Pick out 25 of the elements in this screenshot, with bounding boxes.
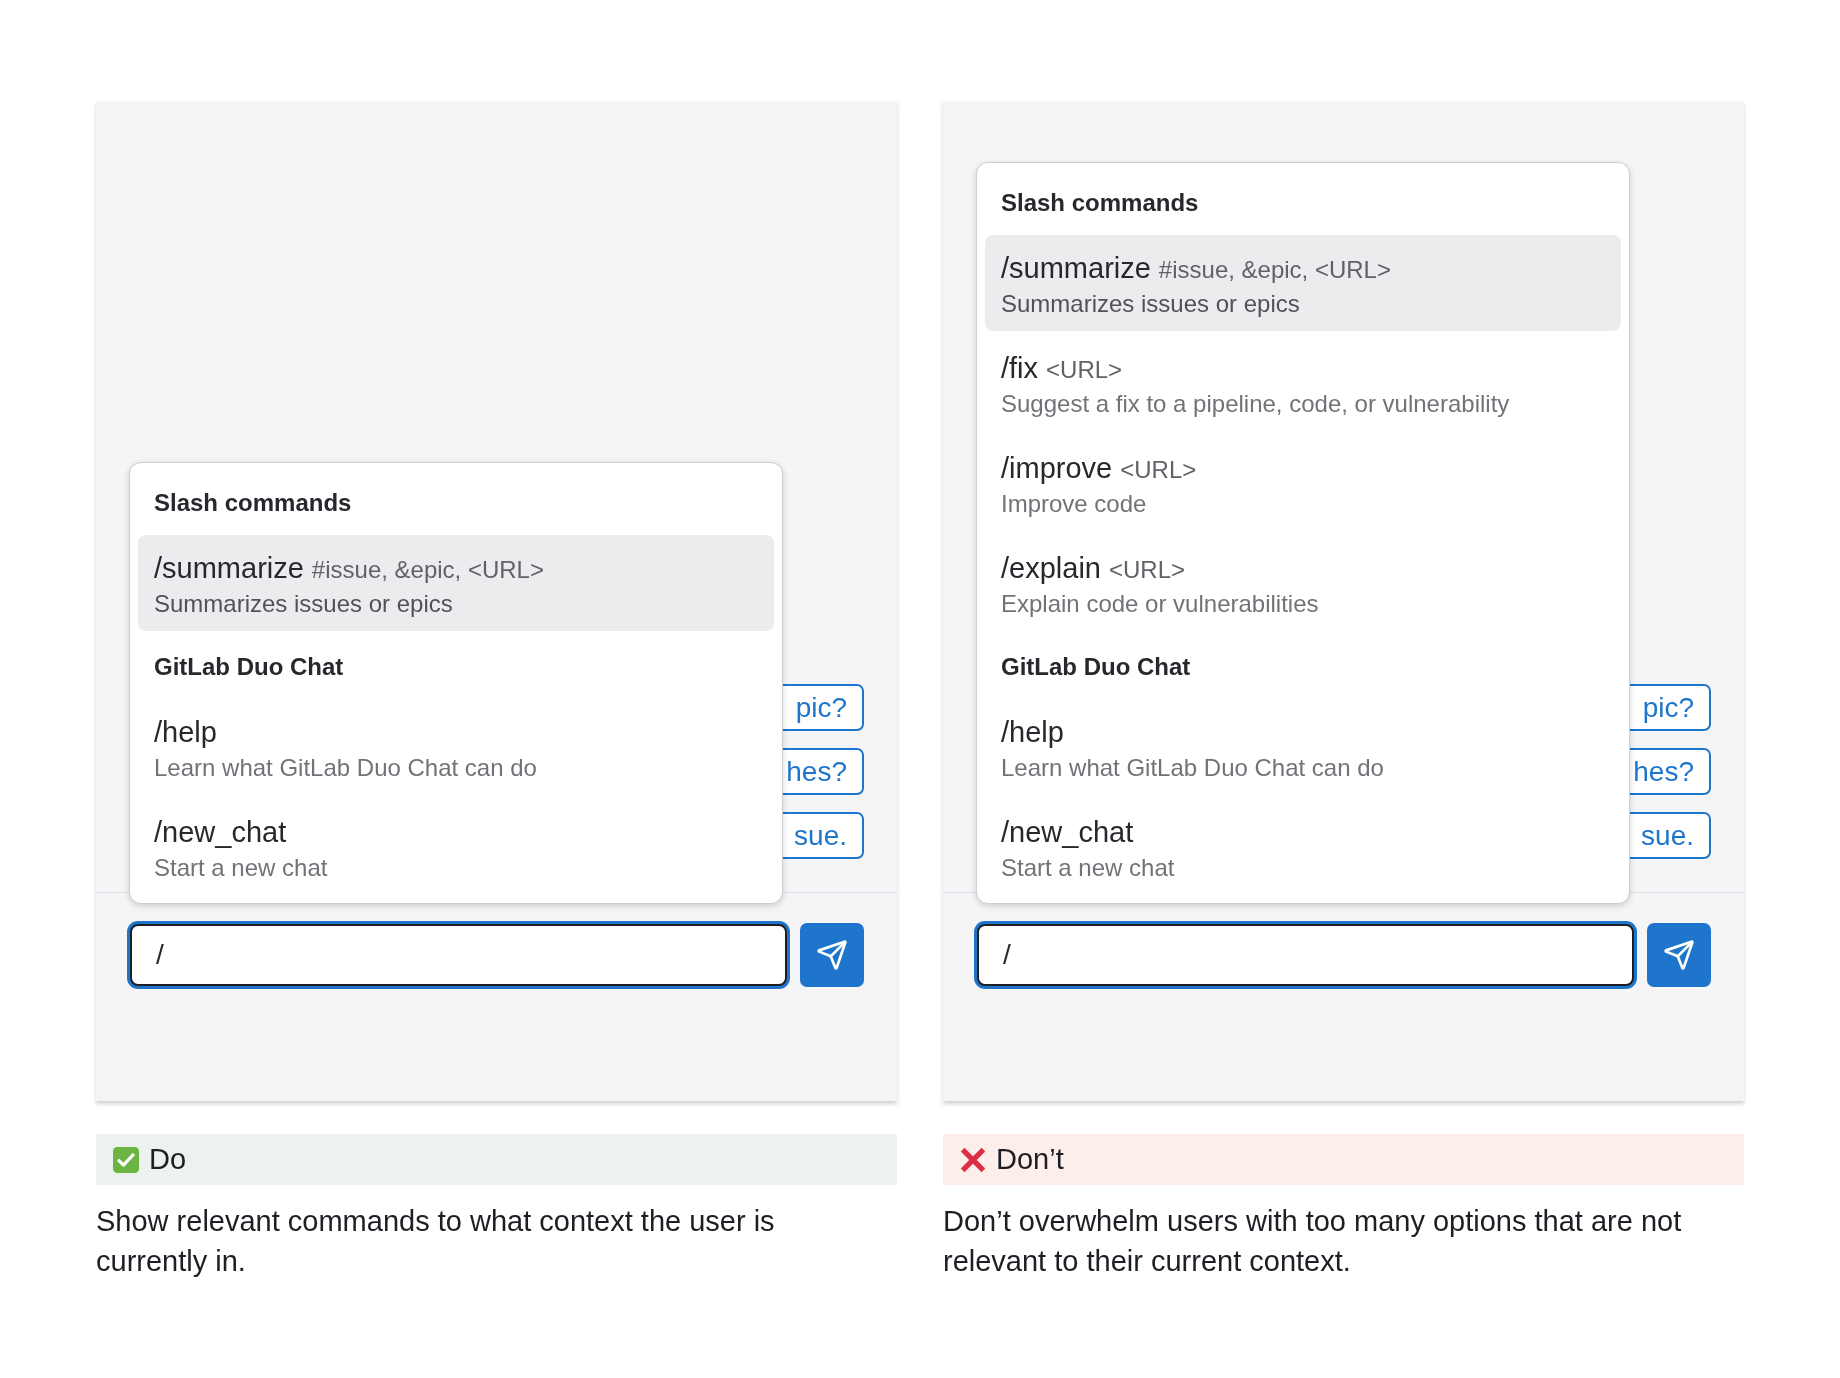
- command-item[interactable]: /summarize #issue, &epic, <URL> Summarizes issues or epics: [138, 535, 774, 631]
- command-item[interactable]: /improve <URL> Improve code: [985, 435, 1621, 531]
- check-icon: [113, 1146, 139, 1173]
- send-button[interactable]: [1647, 923, 1711, 987]
- send-button[interactable]: [800, 923, 864, 987]
- command-item[interactable]: /new_chat Start a new chat: [985, 799, 1621, 895]
- command-item[interactable]: /help Learn what GitLab Duo Chat can do: [138, 699, 774, 795]
- menu-group-heading: Slash commands: [1000, 188, 1200, 218]
- command-item[interactable]: /help Learn what GitLab Duo Chat can do: [985, 699, 1621, 795]
- menu-group-heading: GitLab Duo Chat: [153, 652, 345, 682]
- command-item[interactable]: /new_chat Start a new chat: [138, 799, 774, 895]
- guideline-text: Show relevant commands to what context the user is currently in.: [96, 1204, 776, 1279]
- menu-group-heading: Slash commands: [153, 488, 353, 518]
- message-input[interactable]: /: [127, 921, 790, 989]
- verdict-label: Don’t: [996, 1143, 1064, 1176]
- command-item[interactable]: /fix <URL> Suggest a fix to a pipeline, code, or vulnerability: [985, 335, 1621, 431]
- message-input[interactable]: /: [974, 921, 1637, 989]
- command-item[interactable]: /explain <URL> Explain code or vulnerabilities: [985, 535, 1621, 631]
- menu-group-heading: GitLab Duo Chat: [1000, 652, 1192, 682]
- send-icon: [1663, 939, 1695, 971]
- command-item[interactable]: /summarize #issue, &epic, <URL> Summarizes issues or epics: [985, 235, 1621, 331]
- guideline-text: Don’t overwhelm users with too many options that are not relevant to their current context.: [943, 1204, 1683, 1279]
- cross-icon: [960, 1146, 986, 1173]
- send-icon: [816, 939, 848, 971]
- verdict-label: Do: [149, 1143, 187, 1176]
